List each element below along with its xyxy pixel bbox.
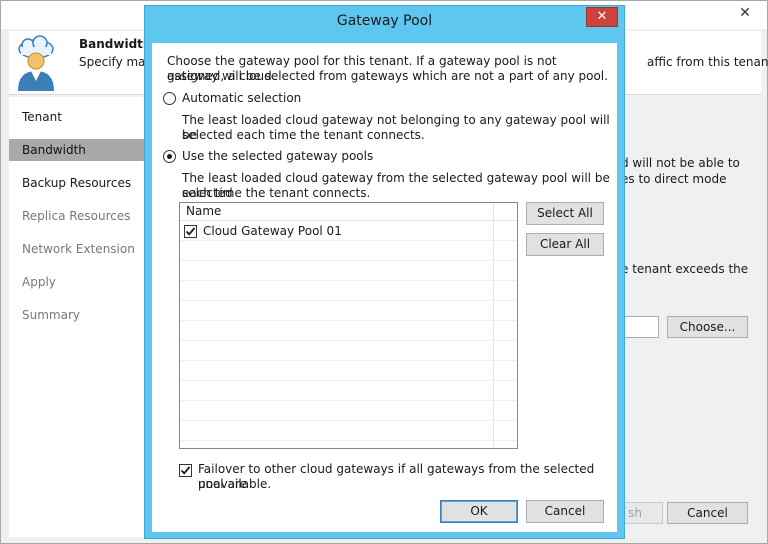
selected-pools-radio[interactable] (163, 150, 176, 163)
intro-line-2: gateway will be selected from gateways w… (167, 69, 608, 83)
pool-checkbox[interactable] (184, 225, 197, 238)
wizard-step-subtitle-end: affic from this tenant. (647, 55, 768, 69)
selected-pools-desc-2: each time the tenant connects. (182, 186, 371, 200)
name-column-header[interactable]: Name (186, 204, 221, 219)
sidebar-item-backup-resources[interactable]: Backup Resources (9, 172, 145, 194)
wizard-close-button[interactable]: ✕ (726, 2, 764, 24)
gateway-pool-dialog: Gateway Pool ✕ Choose the gateway pool f… (144, 5, 625, 539)
cancel-button[interactable]: Cancel (526, 500, 604, 523)
choose-button[interactable]: Choose... (667, 316, 748, 338)
wizard-sidebar: Tenant Bandwidth Backup Resources Replic… (9, 97, 145, 537)
dialog-close-button[interactable]: ✕ (586, 7, 618, 27)
table-row-empty (180, 282, 517, 301)
table-row-empty (180, 402, 517, 421)
ok-button[interactable]: OK (440, 500, 518, 523)
table-row-empty (180, 362, 517, 381)
sidebar-item-replica-resources: Replica Resources (22, 209, 131, 223)
bandwidth-note-line1: d will not be able to (621, 156, 740, 170)
bandwidth-note-line2: es to direct mode (621, 172, 727, 186)
checkmark-icon (185, 227, 196, 236)
table-row-empty (180, 382, 517, 401)
sidebar-item-summary: Summary (22, 308, 80, 322)
sidebar-item-network-extension: Network Extension (22, 242, 135, 256)
wizard-cancel-button[interactable]: Cancel (667, 502, 748, 524)
table-row-empty (180, 322, 517, 341)
clear-all-button[interactable]: Clear All (526, 233, 604, 256)
checkmark-icon (180, 466, 191, 475)
cloud-user-icon (13, 35, 59, 91)
table-header: Name (180, 203, 517, 221)
close-icon: ✕ (596, 9, 608, 24)
gateway-pools-table[interactable]: Name Cloud Gateway Pool 01 (179, 202, 518, 449)
gateway-pool-field[interactable] (624, 316, 659, 338)
failover-checkbox[interactable] (179, 464, 192, 477)
select-all-button[interactable]: Select All (526, 202, 604, 225)
table-row-empty (180, 242, 517, 261)
wizard-step-title: Bandwidth (79, 37, 152, 51)
table-row-empty (180, 422, 517, 441)
dialog-body: Choose the gateway pool for this tenant.… (152, 43, 617, 532)
bandwidth-limit-note: e tenant exceeds the (621, 262, 749, 276)
table-row-empty (180, 262, 517, 281)
automatic-selection-radio[interactable] (163, 92, 176, 105)
automatic-selection-label[interactable]: Automatic selection (182, 91, 301, 106)
selected-pools-label[interactable]: Use the selected gateway pools (182, 149, 373, 164)
automatic-selection-desc-2: selected each time the tenant connects. (182, 128, 425, 142)
sidebar-item-tenant[interactable]: Tenant (9, 106, 145, 128)
table-row-empty (180, 342, 517, 361)
pool-name: Cloud Gateway Pool 01 (203, 224, 342, 238)
sidebar-item-bandwidth[interactable]: Bandwidth (9, 139, 145, 161)
dialog-title: Gateway Pool (336, 13, 433, 29)
failover-label-line2[interactable]: unavailable. (198, 477, 271, 492)
table-row-empty (180, 302, 517, 321)
table-row[interactable]: Cloud Gateway Pool 01 (180, 222, 517, 241)
sidebar-item-apply: Apply (22, 275, 56, 289)
